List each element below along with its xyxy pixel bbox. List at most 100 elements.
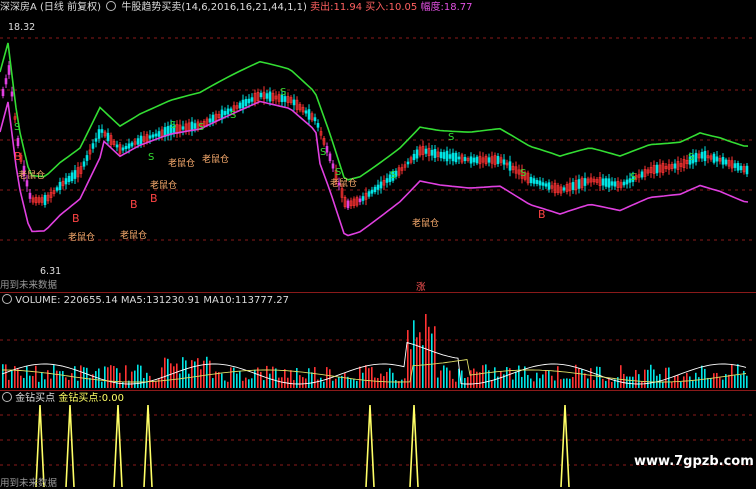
volume-bar [512, 379, 514, 388]
volume-bar [473, 368, 475, 388]
candle-body [640, 171, 644, 178]
volume-bar [530, 378, 532, 388]
volume-bar [254, 369, 256, 388]
sell-signal-marker: S [170, 120, 176, 131]
volume-bar [245, 377, 247, 388]
volume-bar [197, 358, 199, 388]
volume-bar [320, 377, 322, 388]
panel-separator [0, 292, 756, 293]
candle-body [487, 157, 491, 163]
volume-bar [86, 367, 88, 388]
volume-bar [206, 356, 208, 388]
candle-body [502, 159, 506, 165]
volume-bar [419, 332, 421, 388]
price-header: 深深房A (日线 前复权) 牛股趋势买卖(14,6,2016,16,21,44,… [0, 1, 473, 14]
volume-bar [542, 374, 544, 388]
candle-body [454, 152, 458, 163]
volume-bar [596, 366, 598, 388]
candle-body [544, 183, 548, 187]
volume-bar [599, 366, 601, 388]
panel-separator [0, 390, 756, 391]
candle-body [100, 129, 104, 133]
volume-bar [236, 373, 238, 388]
volume-bar [650, 364, 652, 388]
buy-signal-marker: B [72, 212, 80, 225]
candle-body [247, 98, 251, 104]
candle-body [70, 172, 74, 182]
volume-bar [374, 377, 376, 388]
high-price-label: 18.32 [8, 22, 36, 33]
candle-body [445, 150, 449, 162]
volume-header: VOLUME: 220655.14 MA5:131230.91 MA10:113… [2, 294, 289, 307]
candle-body [610, 181, 614, 186]
candle-body [328, 153, 332, 162]
circle-dot-icon[interactable] [2, 294, 12, 304]
volume-bar [188, 373, 190, 388]
volume-bar [182, 357, 184, 388]
ma10-value: 113777.27 [234, 295, 289, 306]
range-label: 幅度: [420, 2, 444, 13]
candle-body [259, 92, 263, 98]
chart-canvas: BBBBBSSS SSSSS SSS SS老鼠仓老鼠仓 老鼠仓老鼠仓老鼠仓 老鼠仓老鼠仓老… [0, 37, 756, 487]
volume-bar [632, 376, 634, 388]
volume-bar [431, 333, 433, 388]
candle-body [622, 181, 626, 186]
volume-bar [191, 360, 193, 388]
volume-bar [35, 365, 37, 388]
candle-body [601, 178, 605, 186]
candle-body [604, 178, 608, 187]
volume-bar [152, 381, 154, 388]
volume-bar [506, 367, 508, 388]
volume-bar [521, 376, 523, 388]
candle-body [370, 189, 374, 194]
volume-bar [608, 377, 610, 388]
buy-signal-marker: B [150, 192, 158, 205]
candle-body [91, 143, 95, 149]
candle-body [694, 152, 698, 163]
volume-title: VOLUME: [15, 295, 61, 306]
volume-bar [179, 373, 181, 388]
sell-signal-marker: S [520, 168, 526, 179]
indicator-name[interactable]: 牛股趋势买卖 [121, 2, 181, 13]
buy-label: 买入: [365, 2, 389, 13]
circle-dot-icon[interactable] [106, 1, 117, 11]
candle-body [97, 129, 101, 139]
low-price-label: 6.31 [40, 266, 62, 277]
volume-bar [728, 374, 730, 388]
candle-body [385, 178, 389, 183]
volume-bar [710, 378, 712, 388]
volume-bar [740, 375, 742, 388]
candle-body [151, 134, 155, 138]
volume-bar [539, 378, 541, 388]
volume-bar [653, 369, 655, 388]
volume-bar [491, 380, 493, 388]
candle-body [244, 99, 248, 106]
volume-bar [56, 370, 58, 388]
candle-body [721, 157, 725, 165]
volume-bar [407, 330, 409, 388]
volume-bar [422, 345, 424, 388]
circle-dot-icon[interactable] [2, 392, 12, 402]
volume-bar [119, 372, 121, 388]
volume-bar [620, 365, 622, 388]
volume-bar [239, 371, 241, 388]
volume-bar [626, 376, 628, 388]
candle-body [238, 102, 242, 109]
candle-body [4, 78, 8, 85]
candle-body [268, 91, 272, 102]
volume-bar [356, 380, 358, 388]
candle-body [607, 178, 611, 188]
candle-body [73, 170, 77, 179]
sell-signal-marker: S [335, 167, 341, 178]
rat-warehouse-label: 老鼠仓 [202, 153, 229, 165]
rat-warehouse-label: 老鼠仓 [330, 177, 357, 189]
volume-bar [38, 381, 40, 388]
volume-bar [77, 380, 79, 388]
volume-bar [554, 380, 556, 388]
volume-bar [704, 368, 706, 388]
volume-bar [365, 365, 367, 388]
candle-body [457, 156, 461, 160]
sell-signal-marker: S [390, 170, 396, 181]
candle-body [496, 156, 500, 164]
volume-bar [413, 320, 415, 388]
